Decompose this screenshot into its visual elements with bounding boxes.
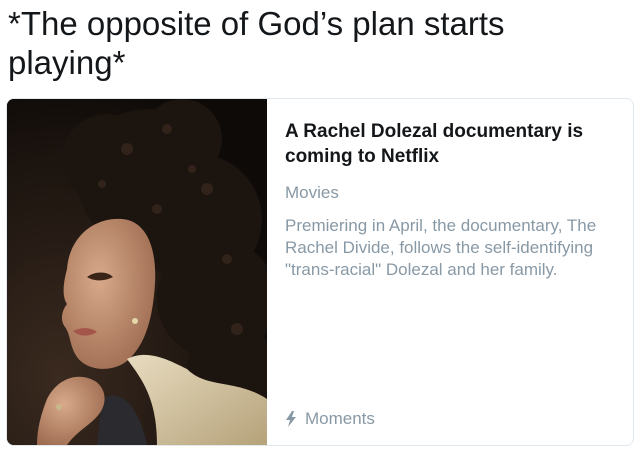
- moments-label-row[interactable]: Moments: [285, 409, 375, 429]
- card-thumbnail-image: [7, 99, 267, 445]
- meme-caption: *The opposite of God’s plan starts playi…: [8, 5, 505, 81]
- moment-card[interactable]: A Rachel Dolezal documentary is coming t…: [6, 98, 634, 446]
- portrait-photo: [7, 99, 267, 445]
- card-headline[interactable]: A Rachel Dolezal documentary is coming t…: [285, 119, 615, 169]
- card-description: Premiering in April, the documentary, Th…: [285, 216, 597, 279]
- card-body: A Rachel Dolezal documentary is coming t…: [267, 99, 633, 445]
- moments-label: Moments: [305, 409, 375, 428]
- card-category: Movies: [285, 183, 339, 202]
- lightning-bolt-icon: [285, 411, 297, 427]
